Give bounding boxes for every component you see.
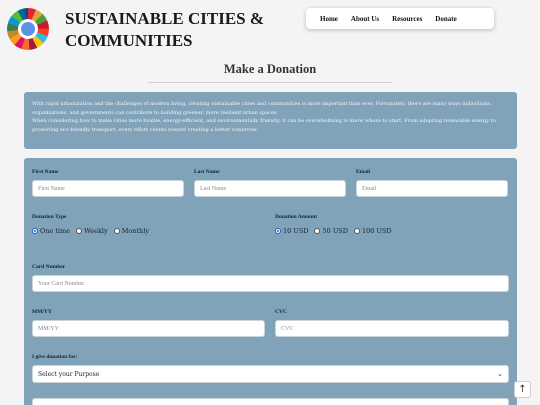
globe-icon: [21, 22, 35, 36]
donation-type-one-time[interactable]: One time: [32, 227, 70, 235]
cvc-field[interactable]: [275, 320, 509, 337]
nav-donate[interactable]: Donate: [435, 15, 456, 23]
radio-selected-icon[interactable]: [275, 228, 281, 234]
radio-icon[interactable]: [353, 228, 360, 234]
donation-amount-10[interactable]: 10 USD: [275, 227, 308, 235]
radio-icon[interactable]: [113, 228, 120, 234]
main-nav: Home About Us Resources Donate: [306, 8, 494, 29]
nav-resources[interactable]: Resources: [392, 15, 422, 23]
donation-type-monthly[interactable]: Monthly: [113, 227, 149, 235]
additional-field[interactable]: [32, 398, 509, 405]
email-label: Email: [356, 169, 371, 175]
donation-type-weekly[interactable]: Weekly: [76, 227, 108, 235]
last-name-field[interactable]: [194, 180, 346, 197]
intro-paragraph-1: With rapid urbanization and the challeng…: [32, 101, 492, 116]
donation-amount-group: 10 USD 50 USD 100 USD: [275, 227, 398, 235]
donation-amount-label: Donation Amount: [275, 214, 318, 220]
donation-amount-100[interactable]: 100 USD: [353, 227, 392, 235]
card-number-label: Card Number: [32, 264, 66, 270]
mm-yy-field[interactable]: [32, 320, 265, 337]
radio-icon[interactable]: [76, 228, 83, 234]
page-title: Make a Donation: [223, 62, 317, 76]
nav-home[interactable]: Home: [320, 15, 338, 23]
radio-selected-icon[interactable]: [32, 228, 38, 234]
donation-type-label: Donation Type: [32, 214, 67, 220]
donation-form: First Name Last Name Email Donation Type…: [24, 158, 517, 405]
heading-divider: [148, 82, 392, 83]
purpose-selected-value: Select your Purpose: [38, 370, 100, 378]
arrow-up-icon[interactable]: ↑: [514, 381, 531, 398]
site-header: SUSTAINABLE CITIES & COMMUNITIES Home Ab…: [0, 0, 540, 58]
chevron-down-icon: ⌄: [497, 370, 503, 378]
donation-amount-50[interactable]: 50 USD: [314, 227, 348, 235]
card-number-field[interactable]: [32, 275, 509, 292]
radio-icon[interactable]: [314, 228, 321, 234]
first-name-field[interactable]: [32, 180, 184, 197]
last-name-label: Last Name: [194, 169, 220, 175]
cvc-label: CVC: [275, 309, 287, 315]
purpose-select[interactable]: Select your Purpose ⌄: [32, 365, 509, 383]
sdg-logo-icon[interactable]: [7, 8, 49, 50]
first-name-label: First Name: [32, 169, 59, 175]
nav-about-us[interactable]: About Us: [351, 15, 379, 23]
purpose-label: I give donation for:: [32, 354, 78, 360]
mm-yy-label: MM/YY: [32, 309, 52, 315]
site-title: SUSTAINABLE CITIES & COMMUNITIES: [65, 9, 265, 50]
email-field[interactable]: [356, 180, 508, 197]
donation-type-group: One time Weekly Monthly: [32, 227, 155, 235]
intro-panel: With rapid urbanization and the challeng…: [24, 92, 517, 149]
intro-paragraph-2: When considering how to make cities more…: [32, 118, 496, 133]
